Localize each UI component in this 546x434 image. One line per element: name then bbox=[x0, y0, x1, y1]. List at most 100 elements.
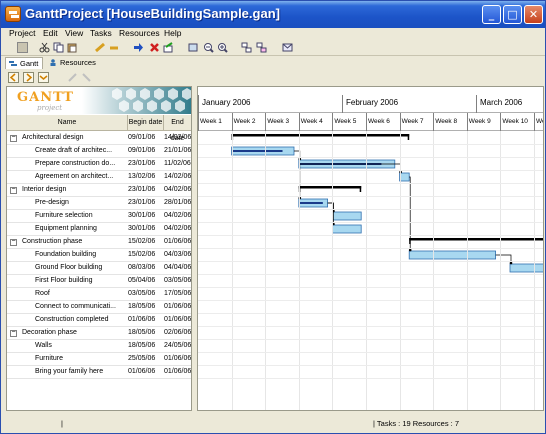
task-name[interactable]: Decoration phase bbox=[22, 327, 127, 339]
task-name[interactable]: Bring your family here bbox=[35, 366, 127, 378]
paste-icon[interactable] bbox=[67, 42, 78, 53]
summary-bar[interactable] bbox=[409, 238, 544, 241]
task-row[interactable]: − Architectural design 09/01/06 14/02/06 bbox=[7, 132, 191, 145]
task-name[interactable]: Furniture selection bbox=[35, 210, 127, 222]
task-row[interactable]: Pre-design 23/01/06 28/01/06 bbox=[7, 197, 191, 210]
task-name[interactable]: Foundation building bbox=[35, 249, 127, 261]
task-bar[interactable] bbox=[399, 172, 410, 182]
task-progress[interactable] bbox=[299, 202, 323, 204]
task-row[interactable]: − Construction phase 15/02/06 01/06/06 bbox=[7, 236, 191, 249]
task-name[interactable]: Walls bbox=[35, 340, 127, 352]
task-name[interactable]: Connect to communicati... bbox=[35, 301, 127, 313]
collapse-all-icon[interactable] bbox=[38, 72, 49, 83]
stop-icon[interactable] bbox=[17, 42, 28, 53]
task-name[interactable]: Construction phase bbox=[22, 236, 127, 248]
unlink-tasks-icon[interactable] bbox=[256, 42, 267, 53]
summary-bar-end-cap[interactable] bbox=[407, 134, 410, 140]
minimize-button[interactable]: _ bbox=[482, 5, 501, 24]
task-name[interactable]: Create draft of architec... bbox=[35, 145, 127, 157]
row-gridline bbox=[198, 235, 543, 236]
task-row[interactable]: Agreement on architect... 13/02/06 14/02/0… bbox=[7, 171, 191, 184]
tab-resources[interactable]: Resources bbox=[46, 57, 100, 69]
task-name[interactable]: Architectural design bbox=[22, 132, 127, 144]
task-row[interactable]: Connect to communicati... 18/05/06 01/06/0… bbox=[7, 301, 191, 314]
task-bar[interactable] bbox=[509, 263, 544, 273]
menu-view[interactable]: View bbox=[65, 28, 83, 38]
task-row[interactable]: Equipment planning 30/01/06 04/02/06 bbox=[7, 223, 191, 236]
link-tasks-icon[interactable] bbox=[241, 42, 252, 53]
task-row[interactable]: Walls 18/05/06 24/05/06 bbox=[7, 340, 191, 353]
task-name[interactable]: Pre-design bbox=[35, 197, 127, 209]
menu-project[interactable]: Project bbox=[9, 28, 35, 38]
task-name[interactable]: Ground Floor building bbox=[35, 262, 127, 274]
collapse-left-icon[interactable] bbox=[8, 72, 19, 83]
task-row[interactable]: Bring your family here 01/06/06 01/06/06 bbox=[7, 366, 191, 379]
outdent-icon[interactable] bbox=[109, 42, 120, 53]
week-label: Week 6 bbox=[366, 113, 400, 131]
dependency-arrow-head[interactable] bbox=[509, 261, 513, 265]
close-button[interactable]: ✕ bbox=[524, 5, 543, 24]
task-row[interactable]: Ground Floor building 08/03/06 04/04/06 bbox=[7, 262, 191, 275]
column-header-name[interactable]: Name bbox=[7, 115, 128, 131]
summary-bar[interactable] bbox=[231, 134, 410, 137]
task-bar[interactable] bbox=[408, 250, 496, 260]
column-header-begin-date[interactable]: Begin date bbox=[128, 115, 164, 131]
delete-icon[interactable] bbox=[149, 42, 160, 53]
menu-resources[interactable]: Resources bbox=[119, 28, 160, 38]
menu-tasks[interactable]: Tasks bbox=[90, 28, 112, 38]
ganttproject-app-icon[interactable] bbox=[5, 6, 21, 22]
task-bar[interactable] bbox=[331, 211, 362, 221]
column-header-end-date[interactable]: End date bbox=[164, 115, 191, 142]
indent-icon[interactable] bbox=[95, 42, 106, 53]
properties-icon[interactable] bbox=[163, 42, 174, 53]
zoom-fit-icon[interactable] bbox=[188, 42, 199, 53]
gantt-chart[interactable]: January 2006 February 2006 March 2006 We… bbox=[197, 86, 544, 411]
dependency-arrow[interactable] bbox=[495, 254, 512, 264]
move-up-icon[interactable] bbox=[67, 72, 78, 83]
zoom-in-icon[interactable] bbox=[217, 42, 228, 53]
week-gridline bbox=[298, 131, 300, 410]
task-row[interactable]: Create draft of architec... 09/01/06 21/01… bbox=[7, 145, 191, 158]
dependency-arrow-head[interactable] bbox=[408, 248, 412, 252]
collapse-right-icon[interactable] bbox=[23, 72, 34, 83]
collapse-toggle-icon[interactable]: − bbox=[10, 238, 17, 246]
tab-gantt[interactable]: Gantt bbox=[5, 57, 44, 69]
task-row[interactable]: Foundation building 15/02/06 04/03/06 bbox=[7, 249, 191, 262]
collapse-toggle-icon[interactable]: − bbox=[10, 134, 17, 142]
task-row[interactable]: First Floor building 05/04/06 03/05/06 bbox=[7, 275, 191, 288]
task-row[interactable]: Furniture 25/05/06 01/06/06 bbox=[7, 353, 191, 366]
task-row[interactable]: Roof 03/05/06 17/05/06 bbox=[7, 288, 191, 301]
task-name[interactable]: First Floor building bbox=[35, 275, 127, 287]
menu-help[interactable]: Help bbox=[164, 28, 181, 38]
collapse-toggle-icon[interactable]: − bbox=[10, 186, 17, 194]
task-row[interactable]: Prepare construction do... 23/01/06 11/02/… bbox=[7, 158, 191, 171]
task-name[interactable]: Roof bbox=[35, 288, 127, 300]
copy-icon[interactable] bbox=[53, 42, 64, 53]
task-row[interactable]: Construction completed 01/06/06 01/06/06 bbox=[7, 314, 191, 327]
gantt-bars[interactable] bbox=[198, 131, 544, 411]
title-bar[interactable]: GanttProject [HouseBuildingSample.gan] _… bbox=[1, 1, 545, 28]
task-name[interactable]: Agreement on architect... bbox=[35, 171, 127, 183]
move-down-icon[interactable] bbox=[81, 72, 92, 83]
task-name[interactable]: Interior design bbox=[22, 184, 127, 196]
task-progress[interactable] bbox=[232, 150, 283, 152]
cut-icon[interactable] bbox=[39, 42, 50, 53]
row-gridline bbox=[198, 274, 543, 275]
week-gridline bbox=[534, 131, 535, 410]
task-row[interactable]: Furniture selection 30/01/06 04/02/06 bbox=[7, 210, 191, 223]
send-email-icon[interactable] bbox=[282, 42, 293, 53]
zoom-out-icon[interactable] bbox=[203, 42, 214, 53]
task-name[interactable]: Equipment planning bbox=[35, 223, 127, 235]
summary-bar-end-cap[interactable] bbox=[359, 186, 362, 192]
task-name[interactable]: Construction completed bbox=[35, 314, 127, 326]
task-name[interactable]: Furniture bbox=[35, 353, 127, 365]
task-name[interactable]: Prepare construction do... bbox=[35, 158, 127, 170]
menu-edit[interactable]: Edit bbox=[43, 28, 58, 38]
maximize-button[interactable]: □ bbox=[503, 5, 522, 24]
summary-bar[interactable] bbox=[298, 186, 362, 189]
task-bar[interactable] bbox=[331, 224, 362, 234]
collapse-toggle-icon[interactable]: − bbox=[10, 329, 17, 337]
arrow-right-icon[interactable] bbox=[133, 42, 144, 53]
task-row[interactable]: − Decoration phase 18/05/06 02/06/06 bbox=[7, 327, 191, 340]
task-row[interactable]: − Interior design 23/01/06 04/02/06 bbox=[7, 184, 191, 197]
